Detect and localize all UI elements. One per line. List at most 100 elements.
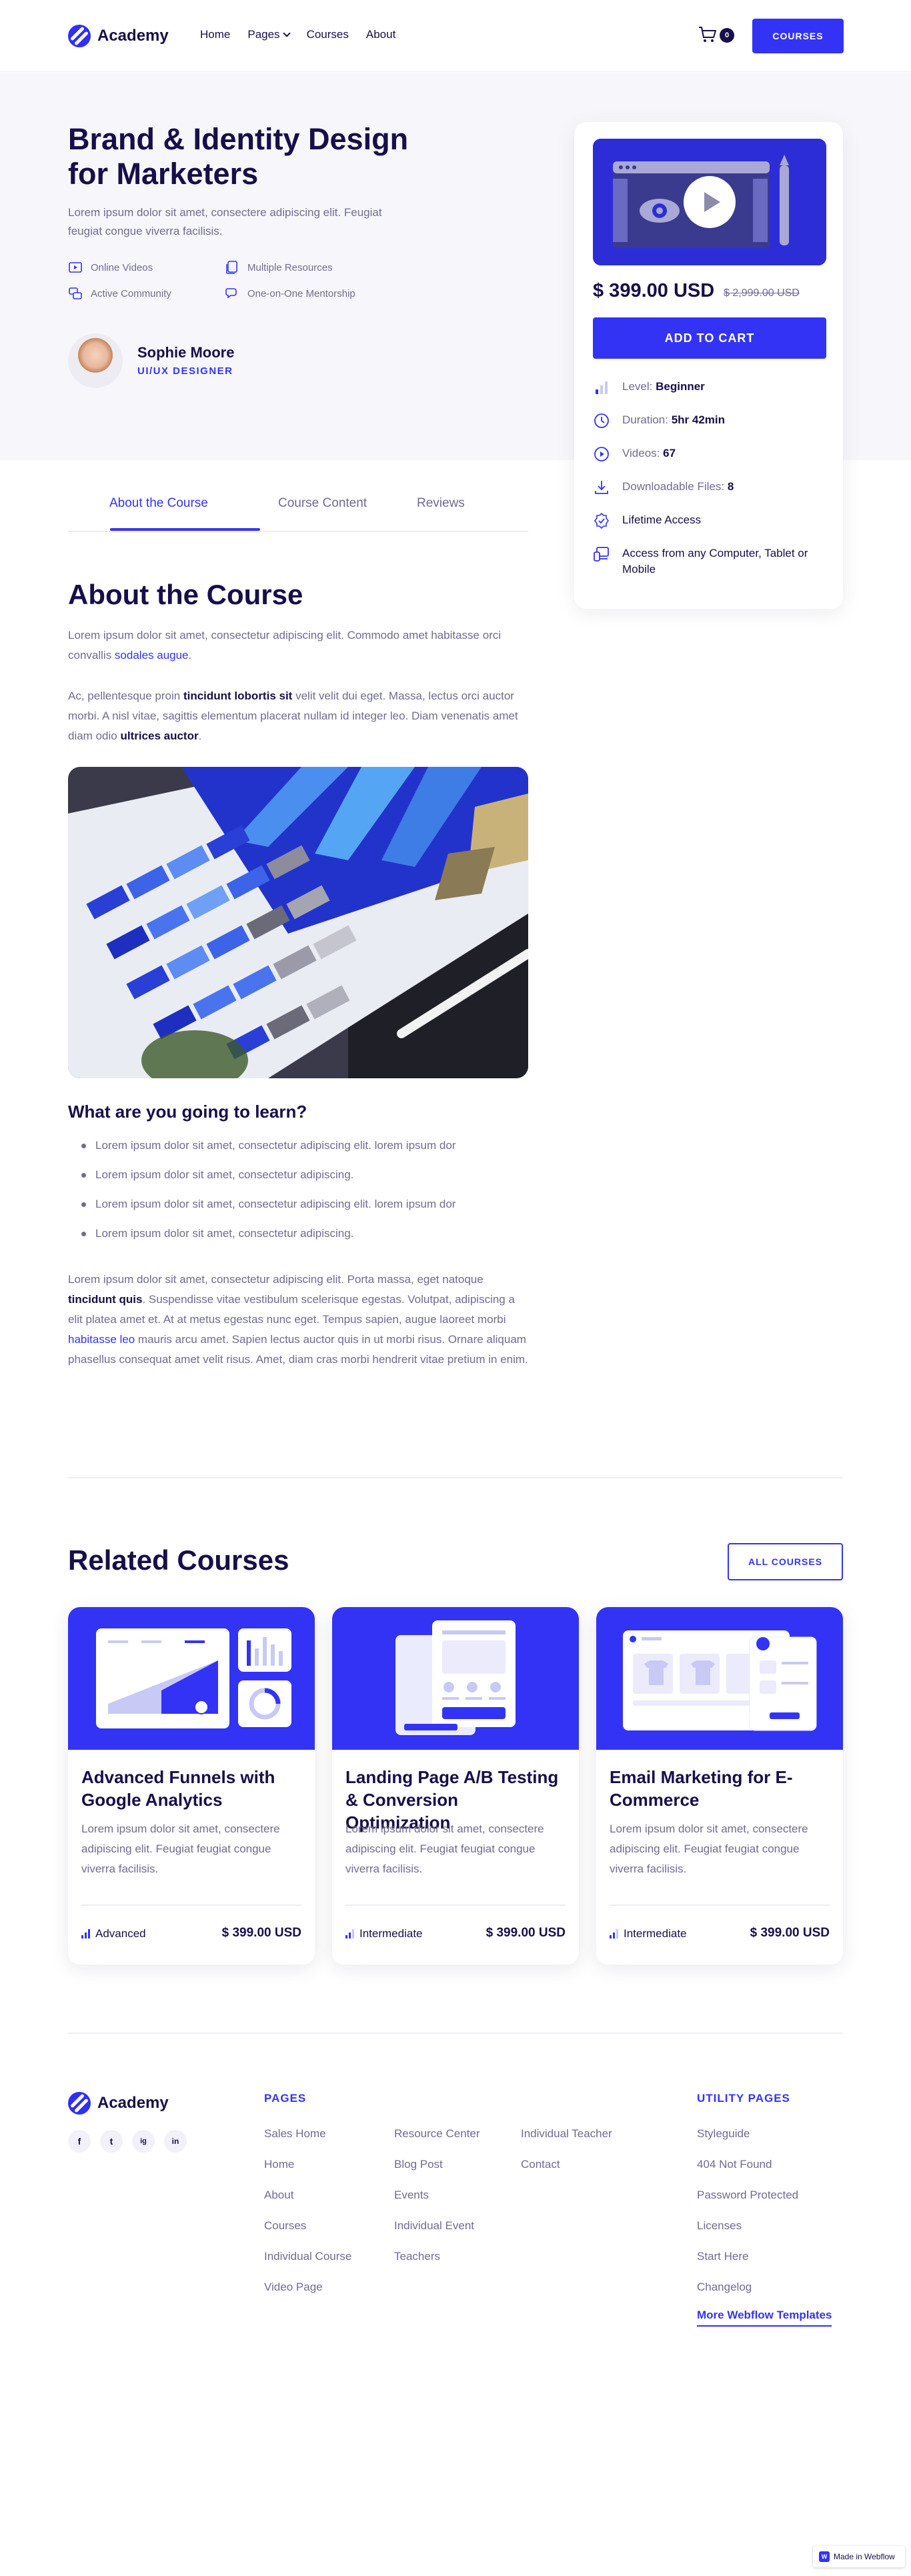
list-item-text: Lorem ipsum dolor sit amet, consectetur … xyxy=(95,1139,456,1152)
related-course-card[interactable]: Email Marketing for E-Commerce Lorem ips… xyxy=(596,1607,843,1965)
linkedin-icon[interactable]: in xyxy=(164,2130,187,2153)
level-label: Intermediate xyxy=(624,1927,687,1940)
list-item: Lorem ipsum dolor sit amet, consectetur … xyxy=(81,1139,528,1152)
footer-link[interactable]: 404 Not Found xyxy=(697,2158,772,2171)
course-card-price: $ 399.00 USD xyxy=(750,1926,830,1940)
made-in-webflow-badge[interactable]: W Made in Webflow xyxy=(813,2546,905,2567)
course-thumbnail xyxy=(68,1607,315,1750)
list-item: Lorem ipsum dolor sit amet, consectetur … xyxy=(81,1198,528,1211)
footer-link[interactable]: Individual Teacher xyxy=(521,2127,612,2141)
devices-icon xyxy=(594,547,609,561)
author-avatar xyxy=(68,333,123,388)
footer-link[interactable]: Contact xyxy=(521,2158,560,2171)
video-icon xyxy=(69,262,82,273)
bullet-icon xyxy=(81,1143,86,1148)
bold-text: ultrices auctor xyxy=(120,730,199,742)
courses-button[interactable]: COURSES xyxy=(752,19,844,53)
footer-utility-title: UTILITY PAGES xyxy=(697,2092,790,2105)
footer-pages-title: PAGES xyxy=(264,2092,307,2105)
spec-label: Level: xyxy=(622,380,653,393)
text: Ac, pellentesque proin xyxy=(68,690,183,702)
spec-level: Level: Beginner xyxy=(593,379,705,396)
footer-link[interactable]: Courses xyxy=(264,2219,306,2233)
course-price: $ 399.00 USD xyxy=(593,280,715,301)
footer-link[interactable]: Sales Home xyxy=(264,2127,326,2141)
related-course-card[interactable]: Landing Page A/B Testing & Conversion Op… xyxy=(332,1607,579,1965)
list-item-text: Lorem ipsum dolor sit amet, consectetur … xyxy=(95,1198,456,1210)
footer-link[interactable]: Teachers xyxy=(394,2250,440,2263)
nav-about[interactable]: About xyxy=(366,28,395,41)
play-button[interactable] xyxy=(684,176,736,228)
all-courses-button[interactable]: ALL COURSES xyxy=(728,1543,843,1580)
course-video-thumbnail[interactable] xyxy=(593,139,826,265)
twitter-icon[interactable]: t xyxy=(100,2130,123,2153)
tab-reviews[interactable]: Reviews xyxy=(417,496,465,511)
inline-link[interactable]: sodales augue xyxy=(115,649,189,662)
color-swatches-image xyxy=(68,767,528,1078)
footer-link[interactable]: Blog Post xyxy=(394,2158,443,2171)
resources-icon xyxy=(226,261,237,274)
footer-link[interactable]: About xyxy=(264,2189,293,2202)
author-role: UI/UX DESIGNER xyxy=(137,365,233,377)
footer-link[interactable]: Video Page xyxy=(264,2281,323,2294)
level-icon xyxy=(610,1929,618,1939)
nav-home[interactable]: Home xyxy=(200,28,230,41)
nav-courses[interactable]: Courses xyxy=(307,28,349,41)
learn-title: What are you going to learn? xyxy=(68,1102,307,1122)
active-tab-indicator xyxy=(110,528,260,531)
footer-link[interactable]: Individual Event xyxy=(394,2219,474,2233)
more-templates-link[interactable]: More Webflow Templates xyxy=(697,2309,832,2327)
logo-icon xyxy=(68,2092,91,2115)
add-to-cart-button[interactable]: ADD TO CART xyxy=(593,317,826,359)
course-thumbnail xyxy=(596,1607,843,1750)
nav-pages[interactable]: Pages xyxy=(247,28,291,41)
tab-about[interactable]: About the Course xyxy=(109,496,208,511)
facebook-icon[interactable]: f xyxy=(68,2130,91,2153)
footer-link[interactable]: Events xyxy=(394,2189,429,2202)
instagram-icon[interactable]: ig xyxy=(132,2130,155,2153)
level-icon xyxy=(345,1929,354,1939)
about-paragraph-1: Lorem ipsum dolor sit amet, consectetur … xyxy=(68,625,528,666)
cart-icon[interactable] xyxy=(698,25,718,44)
footer-link[interactable]: Start Here xyxy=(697,2250,748,2263)
footer-link[interactable]: Changelog xyxy=(697,2281,752,2294)
footer-link[interactable]: Licenses xyxy=(697,2219,742,2233)
about-paragraph-3: Lorem ipsum dolor sit amet, consectetur … xyxy=(68,1270,528,1370)
related-course-card[interactable]: Advanced Funnels with Google Analytics L… xyxy=(68,1607,315,1965)
footer-link[interactable]: Home xyxy=(264,2158,294,2171)
bullet-icon xyxy=(81,1172,86,1178)
course-card-level: Intermediate xyxy=(610,1927,687,1941)
text: Lorem ipsum dolor sit amet, consectetur … xyxy=(68,1273,484,1286)
course-thumbnail xyxy=(332,1607,579,1750)
feature-multiple-resources: Multiple Resources xyxy=(225,260,333,275)
logo[interactable]: Academy xyxy=(68,25,169,47)
tab-course-content[interactable]: Course Content xyxy=(278,496,367,511)
text: . xyxy=(198,730,202,742)
card-divider xyxy=(345,1904,566,1906)
footer-link[interactable]: Individual Course xyxy=(264,2250,351,2263)
footer-logo[interactable]: Academy xyxy=(68,2092,169,2115)
logo-icon xyxy=(68,25,91,47)
footer-link[interactable]: Styleguide xyxy=(697,2127,750,2141)
download-icon xyxy=(595,481,608,494)
footer-link[interactable]: Password Protected xyxy=(697,2189,798,2202)
course-card-title: Email Marketing for E-Commerce xyxy=(610,1767,793,1810)
course-card-desc: Lorem ipsum dolor sit amet, consectere a… xyxy=(345,1822,544,1875)
about-paragraph-2: Ac, pellentesque proin tincidunt loborti… xyxy=(68,686,528,746)
course-card-level: Advanced xyxy=(81,1927,146,1941)
level-icon xyxy=(81,1929,90,1939)
inline-link[interactable]: habitasse leo xyxy=(68,1333,135,1346)
course-card-level: Intermediate xyxy=(345,1927,423,1941)
course-card-desc: Lorem ipsum dolor sit amet, consectere a… xyxy=(610,1822,808,1875)
feature-active-community: Active Community xyxy=(68,286,171,301)
author-name[interactable]: Sophie Moore xyxy=(137,344,234,361)
spec-duration: Duration: 5hr 42min xyxy=(593,412,725,429)
nav-pages-label: Pages xyxy=(247,28,280,41)
footer-link[interactable]: Resource Center xyxy=(394,2127,480,2141)
site-header: Academy Home Pages Courses About 0 COURS… xyxy=(0,0,911,72)
webflow-badge-label: Made in Webflow xyxy=(834,2552,895,2561)
spec-lifetime-label: Lifetime Access xyxy=(622,513,702,526)
bold-text: tincidunt quis xyxy=(68,1293,143,1306)
course-title: Brand & Identity Design for Marketers xyxy=(68,122,409,191)
spec-label: Duration: xyxy=(622,413,668,426)
